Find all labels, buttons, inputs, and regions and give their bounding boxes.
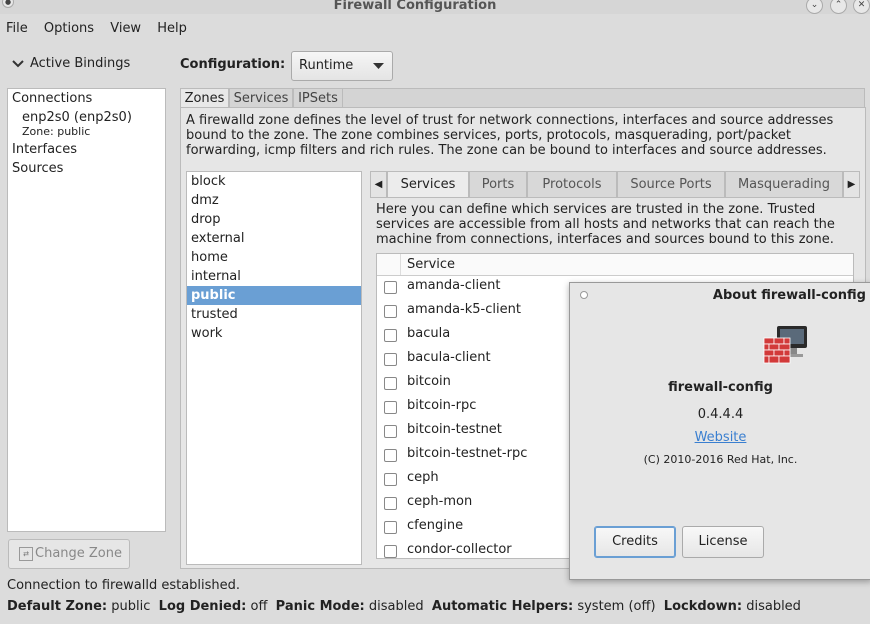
zone-item-public[interactable]: public — [187, 286, 361, 305]
change-zone-button[interactable]: ⇄ Change Zone — [8, 539, 130, 569]
window-title: Firewall Configuration — [333, 0, 497, 13]
service-checkbox[interactable] — [384, 377, 397, 390]
tabs-scroll-right-icon[interactable]: ▶ — [843, 171, 860, 198]
panic-mode-label: Panic Mode: — [275, 599, 365, 614]
service-checkbox[interactable] — [384, 425, 397, 438]
about-app-name: firewall-config — [668, 380, 773, 395]
service-name: cfengine — [407, 518, 464, 533]
configuration-label: Configuration: — [180, 57, 286, 72]
lockdown-label: Lockdown: — [663, 599, 743, 614]
automatic-helpers-value: system (off) — [577, 599, 656, 614]
service-checkbox[interactable] — [384, 545, 397, 558]
service-checkbox[interactable] — [384, 353, 397, 366]
service-checkbox[interactable] — [384, 473, 397, 486]
connections-header[interactable]: Connections — [12, 91, 92, 106]
dropdown-arrow-icon — [373, 63, 384, 69]
service-name: amanda-client — [407, 278, 501, 293]
tab-zones[interactable]: Zones — [180, 88, 229, 108]
tab-zone-protocols[interactable]: Protocols — [527, 171, 617, 198]
service-checkbox[interactable] — [384, 497, 397, 510]
service-name: ceph — [407, 470, 439, 485]
header-divider — [400, 254, 401, 275]
zone-item-dmz[interactable]: dmz — [187, 191, 361, 210]
firewall-logo-icon — [763, 326, 807, 364]
default-zone-value: public — [111, 599, 151, 614]
service-name: bitcoin-testnet — [407, 422, 502, 437]
about-version: 0.4.4.4 — [697, 407, 744, 422]
default-zone-label: Default Zone: — [7, 599, 108, 614]
zone-item-work[interactable]: work — [187, 324, 361, 343]
log-denied-value: off — [250, 599, 268, 614]
panic-mode-value: disabled — [368, 599, 424, 614]
website-link[interactable]: Website — [570, 430, 870, 445]
connection-zone: Zone: public — [22, 125, 91, 138]
service-checkbox[interactable] — [384, 305, 397, 318]
menu-help[interactable]: Help — [151, 18, 193, 36]
sources-header[interactable]: Sources — [12, 161, 63, 176]
zone-item-internal[interactable]: internal — [187, 267, 361, 286]
configuration-select[interactable]: Runtime — [291, 51, 393, 81]
connection-status: Connection to firewalld established. — [7, 578, 241, 593]
chevron-down-icon — [12, 59, 24, 67]
tab-zone-services[interactable]: Services — [387, 171, 469, 198]
zone-settings-tabs: ◀ Services Ports Protocols Source Ports … — [370, 171, 860, 198]
service-name: amanda-k5-client — [407, 302, 521, 317]
connection-item[interactable]: enp2s0 (enp2s0) — [22, 110, 132, 125]
about-copyright: (C) 2010-2016 Red Hat, Inc. — [643, 453, 798, 466]
about-dialog-title: About firewall-config — [712, 288, 866, 303]
active-bindings-label: Active Bindings — [30, 56, 131, 71]
tab-strip-filler — [343, 88, 865, 108]
zone-item-block[interactable]: block — [187, 172, 361, 191]
tab-zone-source-ports[interactable]: Source Ports — [617, 171, 725, 198]
credits-button[interactable]: Credits — [594, 526, 676, 558]
service-checkbox[interactable] — [384, 521, 397, 534]
tab-zone-ports[interactable]: Ports — [469, 171, 527, 198]
about-dialog: About firewall-config firewall-config 0.… — [569, 282, 870, 580]
maximize-icon[interactable]: ⌃ — [830, 0, 847, 14]
services-table-header: Service — [377, 254, 853, 276]
change-zone-icon: ⇄ — [19, 547, 33, 561]
bindings-panel: Connections enp2s0 (enp2s0) Zone: public… — [7, 88, 166, 532]
tabs-scroll-left-icon[interactable]: ◀ — [370, 171, 387, 198]
service-checkbox[interactable] — [384, 329, 397, 342]
title-bar: ● Firewall Configuration ⌄ ⌃ ✕ — [0, 0, 870, 14]
service-checkbox[interactable] — [384, 401, 397, 414]
lockdown-value: disabled — [746, 599, 801, 614]
service-checkbox[interactable] — [384, 449, 397, 462]
services-description: Here you can define which services are t… — [376, 202, 835, 247]
menu-file[interactable]: File — [0, 18, 34, 36]
zone-item-trusted[interactable]: trusted — [187, 305, 361, 324]
zone-description: A firewalld zone defines the level of tr… — [186, 113, 834, 158]
tab-ipsets[interactable]: IPSets — [293, 88, 343, 108]
change-zone-label: Change Zone — [35, 546, 123, 561]
tab-zone-masquerading[interactable]: Masquerading — [725, 171, 843, 198]
service-checkbox[interactable] — [384, 281, 397, 294]
menu-view[interactable]: View — [104, 18, 147, 36]
interfaces-header[interactable]: Interfaces — [12, 142, 77, 157]
service-name: bitcoin-rpc — [407, 398, 477, 413]
log-denied-label: Log Denied: — [158, 599, 247, 614]
service-name: ceph-mon — [407, 494, 473, 509]
service-name: bitcoin — [407, 374, 451, 389]
zone-item-home[interactable]: home — [187, 248, 361, 267]
menu-options[interactable]: Options — [38, 18, 100, 36]
zone-item-external[interactable]: external — [187, 229, 361, 248]
status-bar: Default Zone: public Log Denied: off Pan… — [7, 599, 801, 614]
active-bindings-toggle[interactable]: Active Bindings — [12, 56, 130, 71]
close-icon[interactable]: ✕ — [853, 0, 870, 14]
service-name: bacula — [407, 326, 451, 341]
service-name: bitcoin-testnet-rpc — [407, 446, 528, 461]
license-button[interactable]: License — [682, 526, 764, 558]
zone-list: block dmz drop external home internal pu… — [186, 171, 362, 565]
menu-bar: File Options View Help — [0, 18, 193, 42]
service-name: condor-collector — [407, 542, 512, 557]
zone-item-drop[interactable]: drop — [187, 210, 361, 229]
configuration-value: Runtime — [299, 58, 354, 73]
service-column-header[interactable]: Service — [407, 257, 455, 272]
automatic-helpers-label: Automatic Helpers: — [431, 599, 574, 614]
service-name: bacula-client — [407, 350, 491, 365]
tab-services[interactable]: Services — [229, 88, 293, 108]
